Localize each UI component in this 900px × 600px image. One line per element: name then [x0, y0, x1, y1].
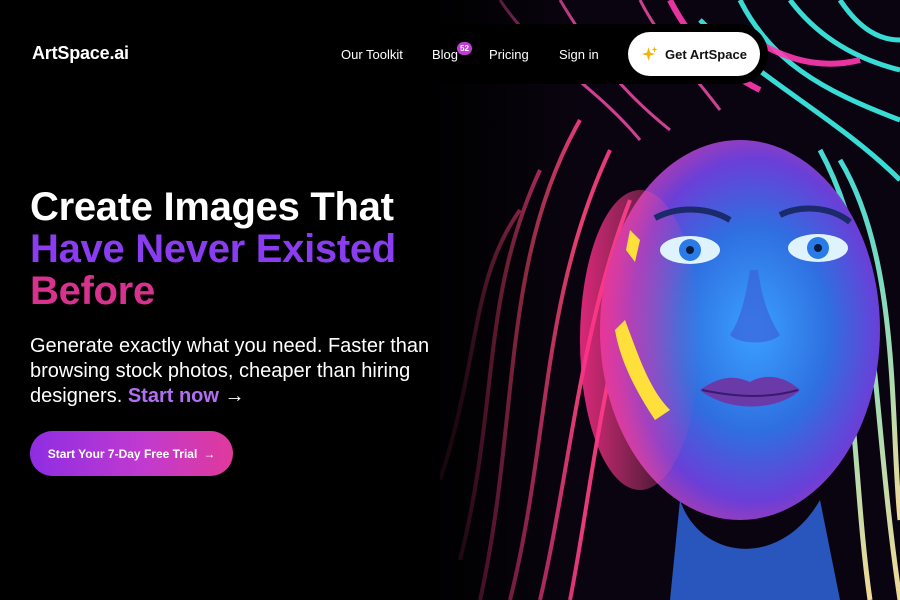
nav-link-pricing[interactable]: Pricing [489, 47, 529, 62]
hero-title-line-1: Create Images That [30, 185, 394, 229]
nav-link-sign-in[interactable]: Sign in [559, 47, 599, 62]
top-navbar: ArtSpace.ai Our Toolkit Blog 52 Pricing … [8, 24, 768, 84]
trial-arrow-icon: → [203, 446, 216, 461]
hero-title-line-3: Before [30, 269, 155, 313]
hero-title: Create Images That Have Never Existed Be… [30, 186, 470, 312]
get-artspace-label: Get ArtSpace [665, 46, 747, 62]
get-artspace-button[interactable]: Get ArtSpace [628, 32, 760, 76]
arrow-right-icon: → [224, 385, 245, 407]
hero-subtitle: Generate exactly what you need. Faster t… [30, 334, 490, 409]
blog-count-badge: 52 [457, 42, 472, 55]
logo-main: ArtSpace [32, 43, 110, 63]
sparkle-icon [641, 46, 658, 61]
hero-title-line-2: Have Never Existed [30, 227, 396, 271]
start-free-trial-button[interactable]: Start Your 7-Day Free Trial → [30, 431, 233, 476]
start-now-link[interactable]: Start now [128, 385, 219, 407]
trial-button-label: Start Your 7-Day Free Trial [47, 446, 198, 461]
artspace-logo[interactable]: ArtSpace.ai [32, 43, 129, 64]
logo-suffix: .ai [109, 43, 129, 63]
nav-link-our-toolkit[interactable]: Our Toolkit [341, 47, 403, 62]
nav-link-blog[interactable]: Blog [432, 47, 458, 62]
